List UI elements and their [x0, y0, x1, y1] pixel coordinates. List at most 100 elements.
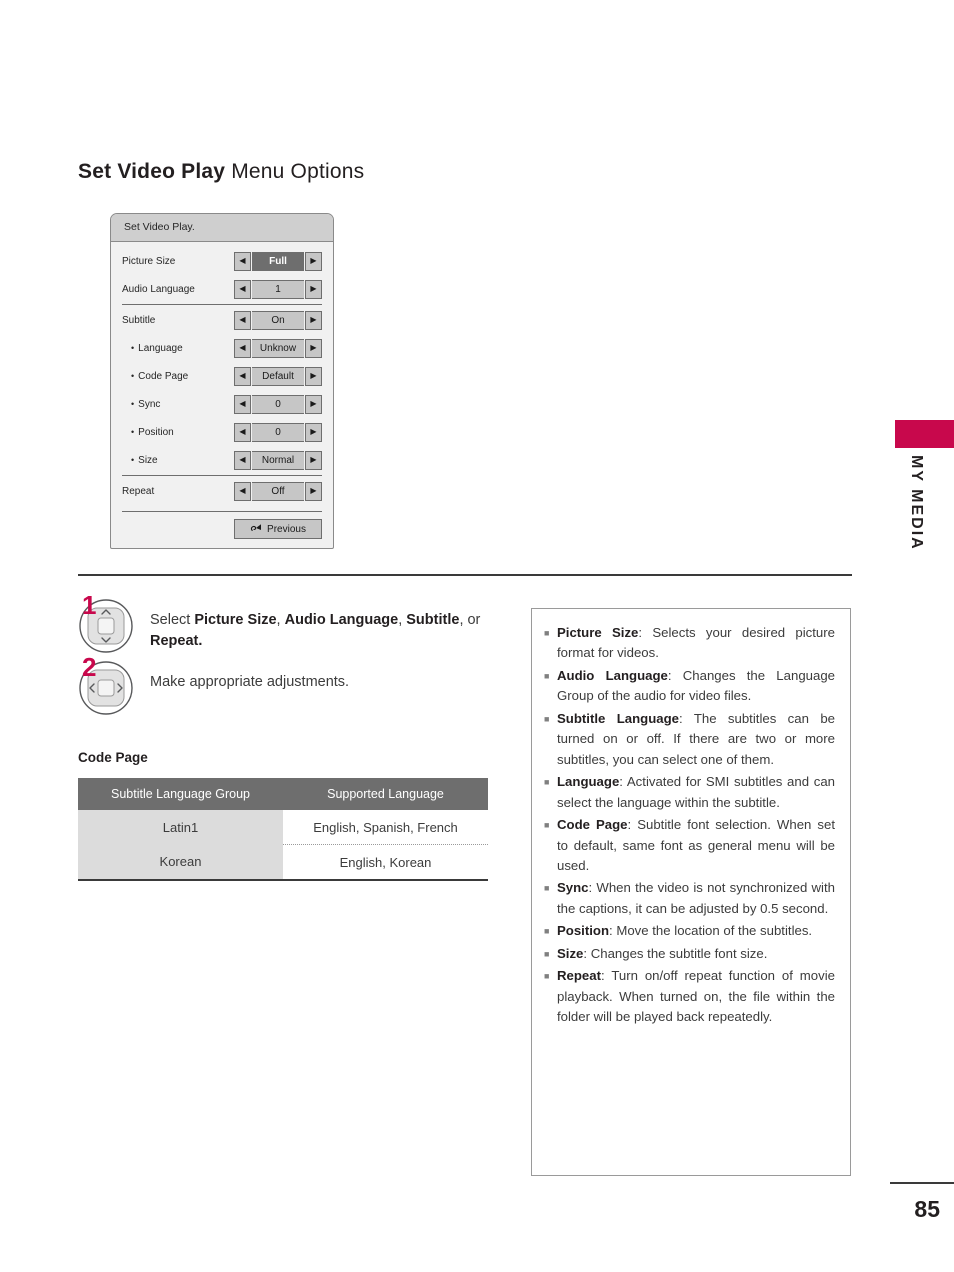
osd-row-label: Subtitle [122, 314, 156, 326]
chevron-left-icon[interactable]: ◀ [234, 450, 251, 470]
osd-separator [122, 511, 322, 512]
cell-language-group: Latin1 [78, 810, 283, 845]
description-body: : When the video is not synchronized wit… [557, 880, 835, 916]
page-title: Set Video Play Menu Options [78, 160, 364, 184]
chevron-left-icon[interactable]: ◀ [234, 366, 251, 386]
chevron-left-icon[interactable]: ◀ [234, 251, 251, 271]
description-term: Audio Language [557, 667, 668, 683]
description-text: Position: Move the location of the subti… [557, 921, 835, 941]
description-text: Repeat: Turn on/off repeat function of m… [557, 966, 835, 1027]
description-text: Code Page: Subtitle font selection. When… [557, 815, 835, 876]
osd-row-value: Full [252, 251, 304, 271]
description-item: ■ Sync: When the video is not synchronize… [544, 878, 835, 919]
chevron-right-icon[interactable]: ▶ [305, 422, 322, 442]
chevron-left-icon[interactable]: ◀ [234, 310, 251, 330]
osd-row[interactable]: Audio Language ◀ 1 ▶ [122, 275, 322, 303]
description-text: Subtitle Language: The subtitles can be … [557, 709, 835, 770]
chevron-right-icon[interactable]: ▶ [305, 450, 322, 470]
osd-row-label: Repeat [122, 485, 155, 497]
osd-row-label: Audio Language [122, 283, 195, 295]
chevron-right-icon[interactable]: ▶ [305, 310, 322, 330]
osd-row-value: Normal [252, 450, 304, 470]
osd-row[interactable]: Subtitle ◀ On ▶ [122, 306, 322, 334]
chevron-right-icon[interactable]: ▶ [305, 481, 322, 501]
section-divider-rule [78, 574, 852, 576]
osd-value-stepper[interactable]: ◀ Unknow ▶ [234, 338, 322, 358]
chevron-right-icon[interactable]: ▶ [305, 251, 322, 271]
chevron-left-icon[interactable]: ◀ [234, 481, 251, 501]
osd-row[interactable]: Language◀Unknow▶ [122, 334, 322, 362]
square-bullet-icon: ■ [544, 883, 550, 894]
osd-row-value: Unknow [252, 338, 304, 358]
description-item: ■ Code Page: Subtitle font selection. Whe… [544, 815, 835, 876]
osd-row-label: Language [122, 343, 234, 354]
description-term: Language [557, 774, 620, 790]
cell-language-group: Korean [78, 844, 283, 881]
description-item: ■ Repeat: Turn on/off repeat function of … [544, 966, 835, 1027]
osd-row[interactable]: Sync◀0▶ [122, 390, 322, 418]
square-bullet-icon: ■ [544, 820, 550, 831]
chevron-right-icon[interactable]: ▶ [305, 366, 322, 386]
description-item: ■ Language: Activated for SMI subtitles a… [544, 772, 835, 813]
step-text: Make appropriate adjustments. [150, 674, 350, 690]
description-text: Sync: When the video is not synchronized… [557, 878, 835, 919]
step-item: 2 Make appropriate adjustments. [78, 654, 498, 722]
step-number: 1 [82, 590, 97, 620]
description-term: Repeat [557, 968, 601, 984]
osd-row-label: Size [122, 455, 234, 466]
page-title-light: Menu Options [225, 160, 365, 183]
description-item: ■ Subtitle Language: The subtitles can be… [544, 709, 835, 770]
table-row: Latin1 English, Spanish, French [78, 810, 488, 845]
cell-supported-language: English, Spanish, French [283, 810, 488, 845]
description-text: Language: Activated for SMI subtitles an… [557, 772, 835, 813]
code-page-table: Subtitle Language Group Supported Langua… [78, 778, 488, 881]
square-bullet-icon: ■ [544, 948, 550, 959]
description-body: : Move the location of the subtitles. [609, 923, 813, 939]
osd-value-stepper[interactable]: ◀ On ▶ [234, 310, 322, 330]
description-body: : Changes the subtitle font size. [583, 945, 768, 961]
square-bullet-icon: ■ [544, 777, 550, 788]
column-header-supported: Supported Language [283, 778, 488, 810]
osd-row[interactable]: Repeat ◀ Off ▶ [122, 477, 322, 505]
description-term: Picture Size [557, 625, 639, 640]
chevron-right-icon[interactable]: ▶ [305, 394, 322, 414]
chevron-left-icon[interactable]: ◀ [234, 279, 251, 299]
step-item: 1 Select Picture Size, Audio Language, Su… [78, 592, 498, 660]
osd-row-value: Default [252, 366, 304, 386]
description-item: ■ Position: Move the location of the subt… [544, 921, 835, 941]
osd-separator [122, 475, 322, 476]
previous-button[interactable]: Previous [234, 519, 322, 539]
osd-row-label: Picture Size [122, 255, 176, 267]
side-tab-accent-block [895, 420, 954, 448]
chevron-left-icon[interactable]: ◀ [234, 338, 251, 358]
return-arrow-icon [250, 523, 263, 535]
chevron-left-icon[interactable]: ◀ [234, 394, 251, 414]
osd-value-stepper[interactable]: ◀ Full ▶ [234, 251, 322, 271]
previous-button-label: Previous [267, 523, 306, 535]
square-bullet-icon: ■ [544, 926, 550, 937]
step-text: Select Picture Size, Audio Language, Sub… [150, 612, 481, 650]
square-bullet-icon: ■ [544, 628, 550, 638]
osd-value-stepper[interactable]: ◀ Off ▶ [234, 481, 322, 501]
description-item: ■ Picture Size: Selects your desired pict… [544, 623, 835, 664]
osd-value-stepper[interactable]: ◀ 0 ▶ [234, 422, 322, 442]
osd-row[interactable]: Position◀0▶ [122, 418, 322, 446]
osd-menu-panel: Set Video Play. Picture Size ◀ Full ▶ Audio … [110, 213, 334, 549]
chevron-left-icon[interactable]: ◀ [234, 422, 251, 442]
osd-value-stepper[interactable]: ◀ Normal ▶ [234, 450, 322, 470]
osd-row[interactable]: Picture Size ◀ Full ▶ [122, 247, 322, 275]
chevron-right-icon[interactable]: ▶ [305, 279, 322, 299]
osd-value-stepper[interactable]: ◀ 1 ▶ [234, 279, 322, 299]
steps-list: 1 Select Picture Size, Audio Language, Su… [78, 592, 498, 722]
osd-separator [122, 304, 322, 305]
chevron-right-icon[interactable]: ▶ [305, 338, 322, 358]
osd-rows-container: Picture Size ◀ Full ▶ Audio Language ◀ 1 ▶ Subti… [111, 242, 333, 505]
description-item: ■ Size: Changes the subtitle font size. [544, 944, 835, 964]
osd-value-stepper[interactable]: ◀ Default ▶ [234, 366, 322, 386]
osd-row[interactable]: Code Page◀Default▶ [122, 362, 322, 390]
osd-row[interactable]: Size◀Normal▶ [122, 446, 322, 474]
osd-value-stepper[interactable]: ◀ 0 ▶ [234, 394, 322, 414]
code-page-heading: Code Page [78, 750, 148, 765]
cell-supported-language: English, Korean [283, 844, 488, 881]
square-bullet-icon: ■ [544, 713, 550, 724]
